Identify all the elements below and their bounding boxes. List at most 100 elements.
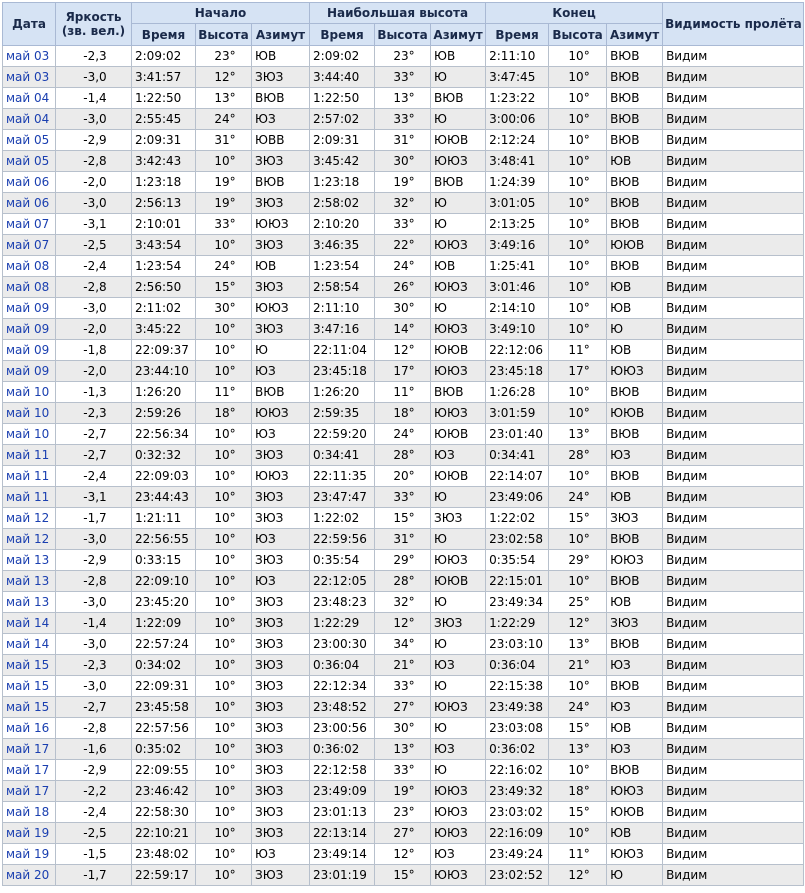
date-link[interactable]: май 13	[6, 574, 49, 588]
cell-end-time: 22:14:07	[485, 465, 550, 487]
date-link[interactable]: май 20	[6, 868, 49, 882]
cell-date[interactable]: май 16	[2, 717, 56, 739]
date-link[interactable]: май 13	[6, 595, 49, 609]
date-link[interactable]: май 05	[6, 133, 49, 147]
date-link[interactable]: май 14	[6, 616, 49, 630]
cell-date[interactable]: май 09	[2, 318, 56, 340]
cell-date[interactable]: май 13	[2, 591, 56, 613]
date-link[interactable]: май 11	[6, 490, 49, 504]
date-link[interactable]: май 07	[6, 217, 49, 231]
date-link[interactable]: май 10	[6, 427, 49, 441]
cell-date[interactable]: май 10	[2, 423, 56, 445]
cell-date[interactable]: май 17	[2, 759, 56, 781]
cell-max-time: 23:47:47	[309, 486, 376, 508]
cell-date[interactable]: май 09	[2, 297, 56, 319]
table-row: май 10 -2,7 22:56:34 10° ЮЗ 22:59:20 24° ЮЮВ 23:…	[2, 423, 805, 445]
cell-date[interactable]: май 17	[2, 780, 56, 802]
cell-date[interactable]: май 20	[2, 864, 56, 886]
cell-start-time: 23:45:58	[131, 696, 196, 718]
cell-date[interactable]: май 12	[2, 528, 56, 550]
date-link[interactable]: май 03	[6, 49, 49, 63]
cell-date[interactable]: май 17	[2, 738, 56, 760]
date-link[interactable]: май 19	[6, 826, 49, 840]
date-link[interactable]: май 05	[6, 154, 49, 168]
cell-brightness: -1,3	[55, 381, 132, 403]
date-link[interactable]: май 09	[6, 343, 49, 357]
cell-date[interactable]: май 08	[2, 255, 56, 277]
date-link[interactable]: май 17	[6, 763, 49, 777]
cell-date[interactable]: май 13	[2, 570, 56, 592]
date-link[interactable]: май 11	[6, 469, 49, 483]
date-link[interactable]: май 11	[6, 448, 49, 462]
date-link[interactable]: май 10	[6, 385, 49, 399]
cell-date[interactable]: май 15	[2, 675, 56, 697]
cell-date[interactable]: май 05	[2, 150, 56, 172]
cell-date[interactable]: май 15	[2, 654, 56, 676]
cell-max-altitude: 28°	[374, 570, 432, 592]
cell-brightness: -2,2	[55, 780, 132, 802]
date-link[interactable]: май 15	[6, 679, 49, 693]
date-link[interactable]: май 06	[6, 196, 49, 210]
cell-date[interactable]: май 06	[2, 192, 56, 214]
cell-date[interactable]: май 04	[2, 108, 56, 130]
cell-date[interactable]: май 19	[2, 822, 56, 844]
cell-max-azimuth: ЮЮВ	[430, 570, 487, 592]
cell-date[interactable]: май 08	[2, 276, 56, 298]
cell-date[interactable]: май 07	[2, 213, 56, 235]
cell-date[interactable]: май 07	[2, 234, 56, 256]
date-link[interactable]: май 10	[6, 406, 49, 420]
date-link[interactable]: май 17	[6, 742, 49, 756]
cell-date[interactable]: май 19	[2, 843, 56, 865]
cell-date[interactable]: май 04	[2, 87, 56, 109]
date-link[interactable]: май 04	[6, 91, 49, 105]
date-link[interactable]: май 19	[6, 847, 49, 861]
date-link[interactable]: май 18	[6, 805, 49, 819]
date-link[interactable]: май 08	[6, 280, 49, 294]
date-link[interactable]: май 14	[6, 637, 49, 651]
cell-date[interactable]: май 06	[2, 171, 56, 193]
cell-start-time: 2:09:02	[131, 45, 196, 67]
cell-max-time: 1:23:54	[309, 255, 376, 277]
cell-date[interactable]: май 18	[2, 801, 56, 823]
date-link[interactable]: май 15	[6, 700, 49, 714]
cell-date[interactable]: май 03	[2, 66, 56, 88]
header-date: Дата	[2, 2, 56, 46]
cell-date[interactable]: май 11	[2, 486, 56, 508]
cell-date[interactable]: май 11	[2, 444, 56, 466]
date-link[interactable]: май 03	[6, 70, 49, 84]
header-max-time: Время	[309, 23, 376, 46]
cell-max-time: 2:09:02	[309, 45, 376, 67]
date-link[interactable]: май 09	[6, 301, 49, 315]
date-link[interactable]: май 06	[6, 175, 49, 189]
cell-date[interactable]: май 13	[2, 549, 56, 571]
date-link[interactable]: май 15	[6, 658, 49, 672]
cell-start-time: 3:43:54	[131, 234, 196, 256]
date-link[interactable]: май 13	[6, 553, 49, 567]
cell-date[interactable]: май 10	[2, 402, 56, 424]
date-link[interactable]: май 09	[6, 364, 49, 378]
date-link[interactable]: май 12	[6, 532, 49, 546]
cell-date[interactable]: май 10	[2, 381, 56, 403]
cell-max-altitude: 33°	[374, 759, 432, 781]
cell-date[interactable]: май 11	[2, 465, 56, 487]
cell-max-azimuth: Ю	[430, 675, 487, 697]
date-link[interactable]: май 17	[6, 784, 49, 798]
date-link[interactable]: май 09	[6, 322, 49, 336]
cell-date[interactable]: май 14	[2, 612, 56, 634]
cell-date[interactable]: май 12	[2, 507, 56, 529]
cell-date[interactable]: май 09	[2, 339, 56, 361]
cell-date[interactable]: май 15	[2, 696, 56, 718]
date-link[interactable]: май 08	[6, 259, 49, 273]
date-link[interactable]: май 16	[6, 721, 49, 735]
cell-date[interactable]: май 14	[2, 633, 56, 655]
cell-start-azimuth: ЮЮЗ	[250, 297, 311, 319]
date-link[interactable]: май 07	[6, 238, 49, 252]
date-link[interactable]: май 04	[6, 112, 49, 126]
cell-max-altitude: 13°	[374, 738, 432, 760]
cell-date[interactable]: май 03	[2, 45, 56, 67]
date-link[interactable]: май 12	[6, 511, 49, 525]
cell-start-azimuth: ЗЮЗ	[250, 654, 311, 676]
cell-date[interactable]: май 09	[2, 360, 56, 382]
cell-end-altitude: 10°	[548, 108, 608, 130]
cell-date[interactable]: май 05	[2, 129, 56, 151]
